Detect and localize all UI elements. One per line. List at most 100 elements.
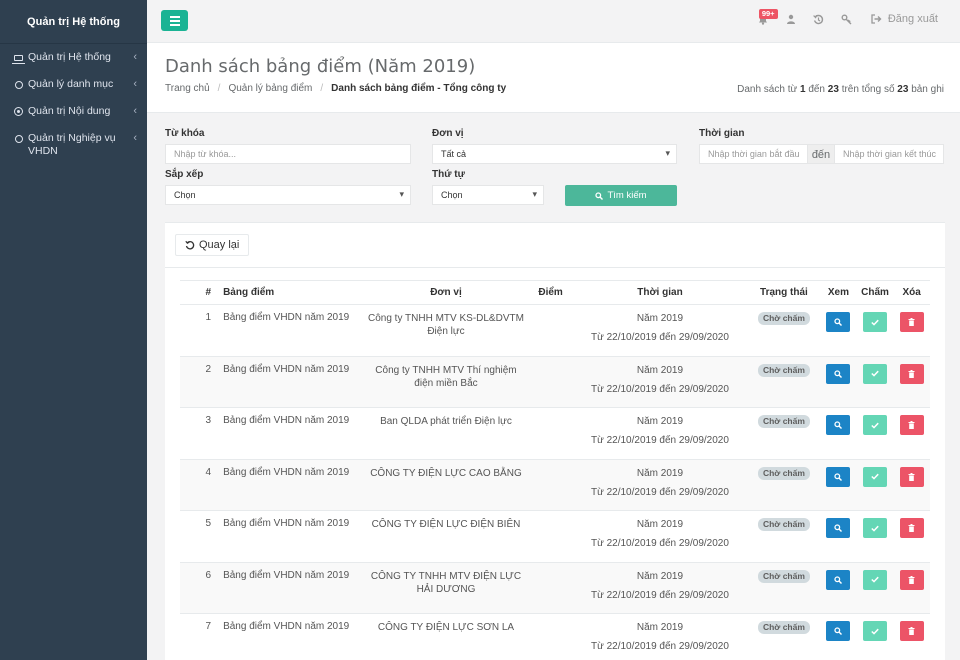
row-score bbox=[528, 562, 573, 614]
table-row: 6 Bảng điểm VHDN năm 2019 CÔNG TY TNHH M… bbox=[180, 562, 930, 614]
row-range: Từ 22/10/2019 đến 29/09/2020 bbox=[591, 383, 729, 395]
unit-select[interactable]: Tất cả bbox=[432, 144, 677, 164]
check-icon bbox=[871, 628, 879, 635]
sidebar-item-quan-tri-noi-dung[interactable]: Quản trị Nội dung ‹ bbox=[0, 98, 147, 125]
sort-select[interactable]: Chọn bbox=[165, 185, 411, 205]
search-icon bbox=[834, 575, 843, 584]
menu-toggle-button[interactable] bbox=[161, 10, 188, 31]
check-icon bbox=[871, 525, 879, 532]
undo-icon bbox=[185, 240, 195, 250]
user-button[interactable] bbox=[777, 14, 805, 24]
row-unit: Ban QLDA phát triển Điện lực bbox=[362, 407, 529, 460]
table-row: 3 Bảng điểm VHDN năm 2019 Ban QLDA phát … bbox=[180, 407, 930, 460]
row-range: Từ 22/10/2019 đến 29/09/2020 bbox=[591, 332, 729, 343]
breadcrumb-home[interactable]: Trang chủ bbox=[165, 83, 210, 94]
breadcrumb-quan-ly-bang-diem[interactable]: Quản lý bảng điểm bbox=[228, 83, 312, 94]
chevron-left-icon: ‹ bbox=[133, 105, 137, 117]
row-status-cell: Chờ chấm bbox=[747, 613, 821, 660]
time-separator: đến bbox=[808, 144, 834, 164]
delete-button[interactable] bbox=[899, 415, 924, 435]
row-index: 7 bbox=[180, 613, 218, 660]
row-status-cell: Chờ chấm bbox=[747, 407, 821, 460]
row-name: Bảng điểm VHDN năm 2019 bbox=[217, 304, 363, 357]
header-delete: Xóa bbox=[893, 280, 930, 305]
sidebar-item-label: Quản trị Nội dung bbox=[28, 105, 111, 117]
order-select[interactable]: Chọn bbox=[432, 185, 544, 205]
sidebar-item-quan-tri-nghiep-vu[interactable]: Quản trị Nghiệp vụ VHDN ‹ bbox=[0, 125, 147, 165]
row-time: Năm 2019 Từ 22/10/2019 đến 29/09/2020 bbox=[572, 356, 748, 408]
row-time: Năm 2019 Từ 22/10/2019 đến 29/09/2020 bbox=[572, 459, 748, 511]
row-time: Năm 2019 Từ 22/10/2019 đến 29/09/2020 bbox=[572, 510, 748, 563]
row-range: Từ 22/10/2019 đến 29/09/2020 bbox=[591, 641, 729, 652]
view-button[interactable] bbox=[826, 621, 851, 641]
delete-button[interactable] bbox=[899, 363, 924, 384]
row-name: Bảng điểm VHDN năm 2019 bbox=[217, 510, 363, 563]
row-unit: Công ty TNHH MTV KS-DL&DVTM Điện lực bbox=[362, 304, 529, 357]
delete-button[interactable] bbox=[899, 569, 924, 590]
header-status: Trạng thái bbox=[747, 280, 821, 305]
row-status-cell: Chờ chấm bbox=[747, 459, 821, 511]
grade-button[interactable] bbox=[863, 569, 888, 590]
grade-button[interactable] bbox=[863, 621, 888, 641]
view-button[interactable] bbox=[826, 415, 851, 435]
row-name: Bảng điểm VHDN năm 2019 bbox=[217, 407, 363, 460]
chevron-left-icon: ‹ bbox=[133, 132, 137, 144]
circle-icon bbox=[13, 78, 24, 91]
grade-button[interactable] bbox=[863, 415, 888, 435]
sidebar-item-quan-ly-danh-muc[interactable]: Quản lý danh mục ‹ bbox=[0, 71, 147, 98]
sidebar-item-label: Quản trị Hệ thống bbox=[28, 51, 111, 63]
view-button[interactable] bbox=[826, 363, 851, 384]
time-end-input[interactable]: Nhập thời gian kết thúc bbox=[834, 144, 944, 164]
grade-button[interactable] bbox=[863, 518, 888, 538]
view-button[interactable] bbox=[826, 518, 851, 538]
history-icon bbox=[813, 14, 824, 24]
table-header-row: # Bảng điểm Đơn vị Điểm Thời gian Trạng … bbox=[180, 280, 930, 305]
row-range: Từ 22/10/2019 đến 29/09/2020 bbox=[591, 435, 729, 446]
row-unit: CÔNG TY TNHH MTV ĐIỆN LỰC HẢI DƯƠNG bbox=[362, 562, 529, 614]
keyword-input[interactable]: Nhập từ khóa... bbox=[165, 144, 411, 164]
view-button[interactable] bbox=[826, 312, 851, 332]
row-year: Năm 2019 bbox=[636, 313, 684, 324]
back-button-label: Quay lại bbox=[199, 239, 240, 251]
delete-button[interactable] bbox=[899, 518, 924, 538]
view-button[interactable] bbox=[826, 569, 851, 590]
search-button[interactable]: Tìm kiếm bbox=[565, 185, 677, 206]
grade-button[interactable] bbox=[863, 363, 888, 384]
row-name: Bảng điểm VHDN năm 2019 bbox=[217, 356, 363, 408]
row-range: Từ 22/10/2019 đến 29/09/2020 bbox=[591, 486, 729, 498]
logout-button[interactable]: Đăng xuất bbox=[871, 13, 938, 25]
row-unit: Công ty TNHH MTV Thí nghiệm điện miền Bắ… bbox=[362, 356, 529, 408]
row-index: 3 bbox=[180, 407, 218, 460]
notification-button[interactable]: 99+ bbox=[749, 8, 778, 25]
row-name: Bảng điểm VHDN năm 2019 bbox=[217, 613, 363, 660]
row-year: Năm 2019 bbox=[636, 570, 684, 582]
grade-button[interactable] bbox=[863, 466, 888, 487]
sidebar-brand[interactable]: Quản trị Hệ thống bbox=[0, 0, 147, 44]
delete-button[interactable] bbox=[899, 621, 924, 641]
time-label: Thời gian bbox=[699, 128, 745, 139]
row-score bbox=[528, 407, 573, 460]
grade-button[interactable] bbox=[863, 312, 888, 332]
status-badge: Chờ chấm bbox=[757, 363, 810, 377]
row-index: 4 bbox=[180, 459, 218, 511]
trash-icon bbox=[908, 524, 915, 532]
user-icon bbox=[786, 14, 795, 24]
delete-button[interactable] bbox=[899, 466, 924, 487]
check-icon bbox=[871, 576, 879, 583]
key-button[interactable] bbox=[833, 14, 861, 25]
row-score bbox=[528, 304, 573, 357]
row-status-cell: Chờ chấm bbox=[747, 356, 821, 408]
view-button[interactable] bbox=[826, 466, 851, 487]
row-score bbox=[528, 459, 573, 511]
row-range: Từ 22/10/2019 đến 29/09/2020 bbox=[591, 589, 729, 601]
topbar-icons: 99+ Đăng xuất bbox=[749, 8, 938, 25]
sidebar-item-quan-tri-he-thong[interactable]: Quản trị Hệ thống ‹ bbox=[0, 44, 147, 71]
back-button[interactable]: Quay lại bbox=[175, 234, 250, 256]
row-unit: CÔNG TY ĐIỆN LỰC SƠN LA bbox=[362, 613, 529, 660]
delete-button[interactable] bbox=[899, 312, 924, 332]
time-start-input[interactable]: Nhập thời gian bắt đầu bbox=[699, 144, 808, 164]
trash-icon bbox=[908, 369, 915, 378]
search-icon bbox=[834, 627, 843, 635]
chevron-left-icon: ‹ bbox=[133, 51, 137, 63]
history-button[interactable] bbox=[805, 14, 833, 25]
